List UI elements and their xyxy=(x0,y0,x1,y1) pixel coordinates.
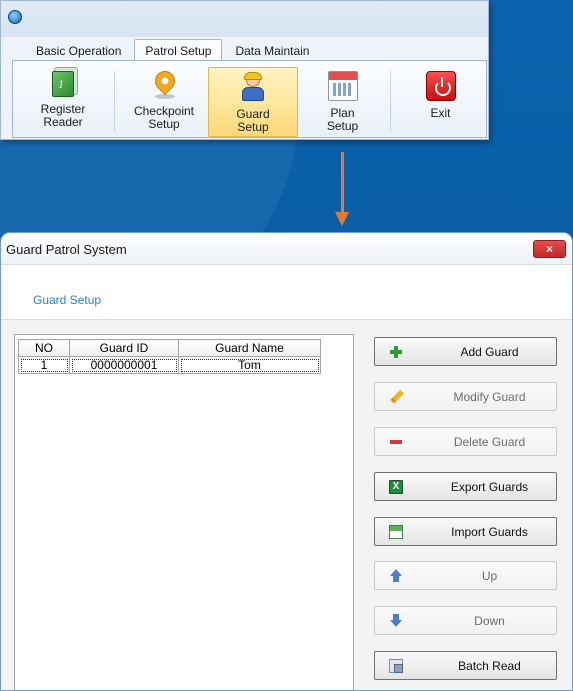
batch-read-button[interactable]: Batch Read xyxy=(374,651,557,680)
close-button[interactable]: × xyxy=(533,240,566,258)
plan-setup-button[interactable]: Plan Setup xyxy=(305,67,380,137)
ribbon-titlebar xyxy=(1,1,488,37)
plan-setup-label: Plan Setup xyxy=(326,106,359,133)
dialog-titlebar: Guard Patrol System × xyxy=(1,233,572,265)
pencil-icon xyxy=(386,387,406,407)
tab-basic-operation[interactable]: Basic Operation xyxy=(25,39,132,61)
delete-guard-label: Delete Guard xyxy=(453,435,526,449)
dialog-title: Guard Patrol System xyxy=(6,242,127,257)
tab-data-maintain[interactable]: Data Maintain xyxy=(224,39,320,61)
ribbon-window: Basic Operation Patrol Setup Data Mainta… xyxy=(0,0,489,140)
delete-guard-button[interactable]: Delete Guard xyxy=(374,427,557,456)
batch-read-label: Batch Read xyxy=(458,659,521,673)
arrow-down-icon xyxy=(389,614,403,628)
cell-no: 1 xyxy=(18,356,70,374)
modify-guard-label: Modify Guard xyxy=(453,390,526,404)
calendar-icon xyxy=(327,71,358,101)
cell-guard-name: Tom xyxy=(178,356,321,374)
ribbon-separator xyxy=(114,71,115,131)
exit-button[interactable]: Exit xyxy=(408,67,473,137)
minus-icon xyxy=(389,435,403,449)
connector-arrow-line xyxy=(341,152,344,214)
batch-read-icon xyxy=(389,659,403,673)
modify-guard-button[interactable]: Modify Guard xyxy=(374,382,557,411)
column-header-guard-id[interactable]: Guard ID xyxy=(69,339,179,357)
import-icon xyxy=(389,525,403,539)
arrow-down-icon xyxy=(335,212,349,226)
down-label: Down xyxy=(474,614,505,628)
app-logo-icon xyxy=(8,10,22,24)
import-guards-label: Import Guards xyxy=(451,525,528,539)
up-label: Up xyxy=(481,569,498,583)
location-pin-icon xyxy=(150,66,180,99)
column-header-no[interactable]: NO xyxy=(18,339,70,357)
exit-label: Exit xyxy=(430,106,451,120)
export-guards-label: Export Guards xyxy=(450,480,529,494)
column-header-guard-name[interactable]: Guard Name xyxy=(178,339,321,357)
add-guard-button[interactable]: Add Guard xyxy=(374,337,557,366)
guard-setup-dialog: Guard Patrol System × Guard Setup NO Gua… xyxy=(0,232,573,691)
table-header-row: NO Guard ID Guard Name xyxy=(18,339,321,357)
guard-setup-label: Guard Setup xyxy=(236,107,270,134)
power-icon xyxy=(425,71,456,101)
guard-setup-button[interactable]: Guard Setup xyxy=(208,67,298,137)
section-heading: Guard Setup xyxy=(33,293,102,307)
export-guards-button[interactable]: X Export Guards xyxy=(374,472,557,501)
ribbon-separator xyxy=(390,71,391,131)
table-row[interactable]: 1 0000000001 Tom xyxy=(18,356,321,374)
register-reader-button[interactable]: 1 Register Reader xyxy=(28,67,98,137)
cell-guard-id: 0000000001 xyxy=(69,356,179,374)
reader-icon: 1 xyxy=(52,71,74,97)
tab-patrol-setup[interactable]: Patrol Setup xyxy=(134,39,223,61)
guard-list[interactable]: NO Guard ID Guard Name 1 0000000001 Tom xyxy=(14,334,354,690)
up-button[interactable]: Up xyxy=(374,561,557,590)
ribbon-body: 1 Register Reader Checkpoint Setup Guard… xyxy=(12,60,487,138)
guard-icon xyxy=(238,72,268,102)
checkpoint-setup-button[interactable]: Checkpoint Setup xyxy=(125,66,203,137)
down-button[interactable]: Down xyxy=(374,606,557,635)
ribbon-tabs: Basic Operation Patrol Setup Data Mainta… xyxy=(25,39,322,61)
guard-table: NO Guard ID Guard Name 1 0000000001 Tom xyxy=(18,339,321,374)
arrow-up-icon xyxy=(389,569,403,583)
plus-icon xyxy=(389,345,403,359)
excel-icon: X xyxy=(389,480,403,494)
register-reader-label: Register Reader xyxy=(40,102,86,129)
add-guard-label: Add Guard xyxy=(460,345,519,359)
import-guards-button[interactable]: Import Guards xyxy=(374,517,557,546)
checkpoint-setup-label: Checkpoint Setup xyxy=(133,104,195,131)
